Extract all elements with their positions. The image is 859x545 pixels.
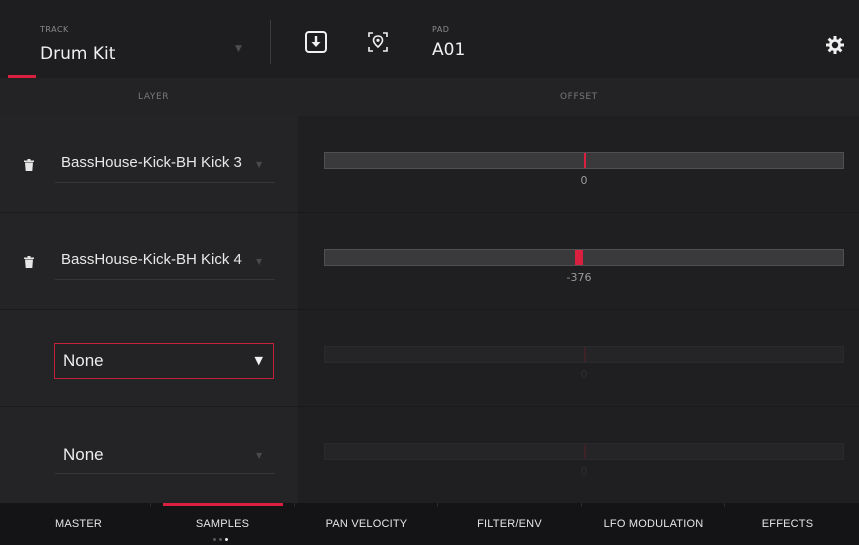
track-value[interactable]: Drum Kit	[40, 44, 115, 64]
offset-cell: 0	[298, 407, 859, 504]
chevron-down-icon: ▼	[256, 160, 263, 169]
page-dot	[219, 538, 222, 541]
tab-filter-env[interactable]: FILTER/ENV	[438, 503, 581, 545]
offset-marker[interactable]	[584, 153, 586, 168]
gear-icon	[826, 36, 844, 54]
column-headers: LAYER OFFSET	[0, 78, 859, 116]
track-label: TRACK	[40, 25, 69, 34]
header-bar: TRACK Drum Kit ▼ PAD A01	[0, 0, 859, 78]
offset-marker	[584, 444, 586, 459]
tab-label: PAN VELOCITY	[325, 518, 408, 530]
active-tab-indicator	[163, 503, 283, 506]
sample-dropdown[interactable]: None ▼	[54, 343, 274, 379]
layer-cell: BassHouse-Kick-BH Kick 4 ▼	[0, 213, 298, 310]
chevron-down-icon: ▼	[256, 451, 263, 460]
tab-divider	[150, 503, 151, 507]
offset-slider	[324, 443, 844, 460]
tab-lfo-modulation[interactable]: LFO MODULATION	[582, 503, 725, 545]
offset-column-header: OFFSET	[560, 92, 598, 102]
chevron-down-icon: ▼	[256, 257, 263, 266]
locate-pad-button[interactable]	[366, 30, 390, 54]
offset-marker[interactable]	[575, 250, 583, 265]
layer-cell: None ▼	[0, 310, 298, 407]
layer-cell: BassHouse-Kick-BH Kick 3 ▼	[0, 116, 298, 213]
layer-column-header: LAYER	[138, 92, 170, 102]
page-dot	[213, 538, 216, 541]
layer-rows: BassHouse-Kick-BH Kick 3 ▼ 0 BassHouse-K…	[0, 116, 859, 504]
layer-row-4: None ▼ 0	[0, 407, 859, 504]
tab-label: FILTER/ENV	[477, 518, 542, 530]
layer-cell: None ▼	[0, 407, 298, 504]
tab-divider	[437, 503, 438, 507]
tab-divider	[294, 503, 295, 507]
sample-underline	[55, 182, 275, 183]
trash-icon[interactable]	[24, 159, 34, 171]
tab-pan-velocity[interactable]: PAN VELOCITY	[295, 503, 438, 545]
sample-select[interactable]: BassHouse-Kick-BH Kick 3	[61, 154, 242, 171]
tab-label: LFO MODULATION	[603, 518, 704, 530]
save-button[interactable]	[304, 30, 328, 54]
pad-label: PAD	[432, 25, 450, 34]
offset-value: 0	[580, 174, 588, 187]
track-selector[interactable]: TRACK Drum Kit ▼	[0, 0, 258, 78]
layer-row-1: BassHouse-Kick-BH Kick 3 ▼ 0	[0, 116, 859, 213]
download-icon	[305, 31, 327, 53]
tab-master[interactable]: MASTER	[7, 503, 150, 545]
pad-display: PAD A01	[432, 25, 465, 60]
tab-effects[interactable]: EFFECTS	[716, 503, 859, 545]
sample-select[interactable]: None	[63, 445, 104, 465]
tab-label: EFFECTS	[761, 518, 814, 530]
page-dot-active	[225, 538, 228, 541]
settings-button[interactable]	[824, 34, 846, 56]
map-pin-icon	[368, 32, 388, 52]
sample-underline	[55, 473, 275, 474]
offset-value: 0	[580, 465, 588, 478]
page-indicator	[213, 538, 228, 541]
offset-cell: 0	[298, 310, 859, 407]
tab-divider	[724, 503, 725, 507]
offset-slider[interactable]	[324, 249, 844, 266]
offset-cell: -376	[298, 213, 859, 310]
layer-row-2: BassHouse-Kick-BH Kick 4 ▼ -376	[0, 213, 859, 310]
offset-slider[interactable]	[324, 152, 844, 169]
layer-row-3: None ▼ 0	[0, 310, 859, 407]
offset-value: 0	[580, 368, 588, 381]
offset-value: -376	[566, 271, 592, 284]
sample-select[interactable]: None	[63, 351, 104, 371]
header-divider	[270, 20, 271, 64]
tab-label: MASTER	[54, 518, 103, 530]
chevron-down-icon: ▼	[254, 354, 263, 367]
bottom-tab-bar: MASTER SAMPLES PAN VELOCITY FILTER/ENV L…	[0, 503, 859, 545]
trash-icon[interactable]	[24, 256, 34, 268]
tab-label: SAMPLES	[195, 518, 250, 530]
sample-select[interactable]: BassHouse-Kick-BH Kick 4	[61, 251, 242, 268]
offset-marker	[584, 347, 586, 362]
tab-divider	[581, 503, 582, 507]
sample-underline	[55, 279, 275, 280]
offset-slider	[324, 346, 844, 363]
offset-cell: 0	[298, 116, 859, 213]
pad-value: A01	[432, 40, 466, 60]
chevron-down-icon: ▼	[235, 44, 242, 54]
